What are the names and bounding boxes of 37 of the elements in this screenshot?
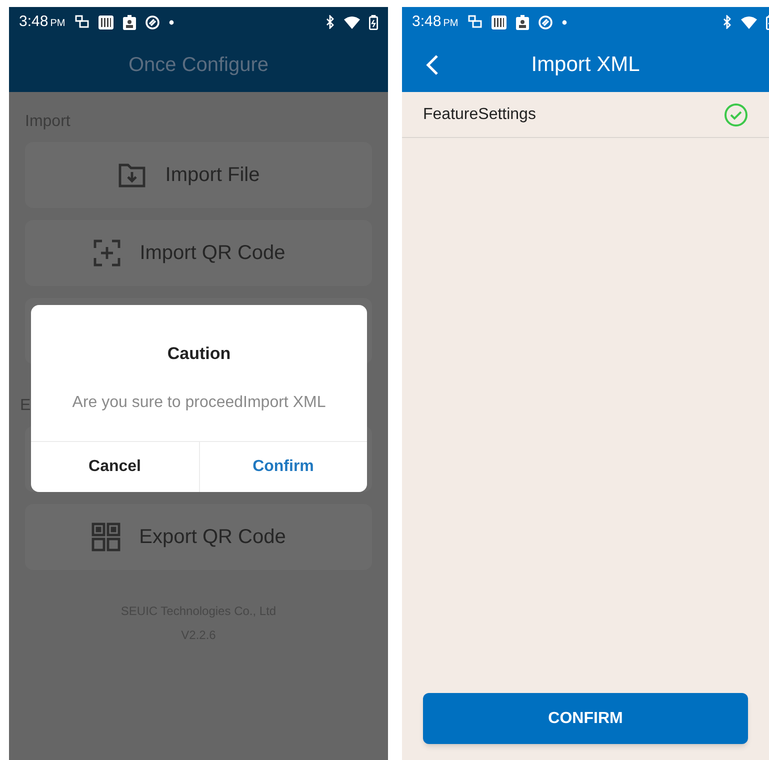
qr-grid-icon: [91, 522, 122, 552]
barcode-scanner-icon: [98, 14, 114, 30]
bluetooth-icon: [723, 15, 732, 29]
list-item[interactable]: FeatureSettings: [402, 92, 769, 138]
wifi-icon: [344, 16, 360, 28]
dialog-button[interactable]: Cancel: [31, 442, 198, 492]
badge-icon: [516, 14, 530, 30]
wifi-icon: [741, 16, 757, 28]
menu-card[interactable]: Import QR Code: [25, 220, 372, 286]
dialog-title: Caution: [166, 343, 232, 365]
circle-icon: [145, 14, 160, 30]
menu-card[interactable]: Export QR Code: [25, 504, 372, 570]
screen-share-icon: [468, 15, 482, 29]
dot-icon: [562, 20, 568, 24]
circle-icon: [538, 14, 554, 30]
app-title: Once Configure: [128, 52, 269, 78]
item-label: FeatureSettings: [423, 104, 536, 124]
barcode-scanner-icon: [491, 14, 508, 30]
battery-icon: [369, 14, 378, 30]
clock-meridiem: PM: [50, 16, 66, 31]
menu-card[interactable]: Import File: [25, 142, 372, 208]
scan-frame-icon: [92, 238, 122, 268]
app-title: Import XML: [530, 52, 641, 78]
card-label: Import QR Code: [140, 241, 286, 266]
card-label: Export QR Code: [139, 525, 286, 550]
back-icon: [425, 54, 439, 76]
clock-time: 3:48: [412, 12, 442, 32]
dialog-button[interactable]: Confirm: [198, 442, 367, 492]
dot-icon: [169, 20, 174, 24]
card-label: Import File: [165, 163, 260, 188]
bluetooth-icon: [326, 15, 335, 29]
confirm-button[interactable]: CONFIRM: [423, 693, 748, 744]
badge-icon: [123, 14, 136, 30]
dialog-message: Are you sure to proceedImport XML: [71, 392, 327, 412]
screen-share-icon: [75, 15, 90, 29]
clock-time: 3:48: [19, 12, 48, 32]
clock-meridiem: PM: [443, 16, 458, 31]
